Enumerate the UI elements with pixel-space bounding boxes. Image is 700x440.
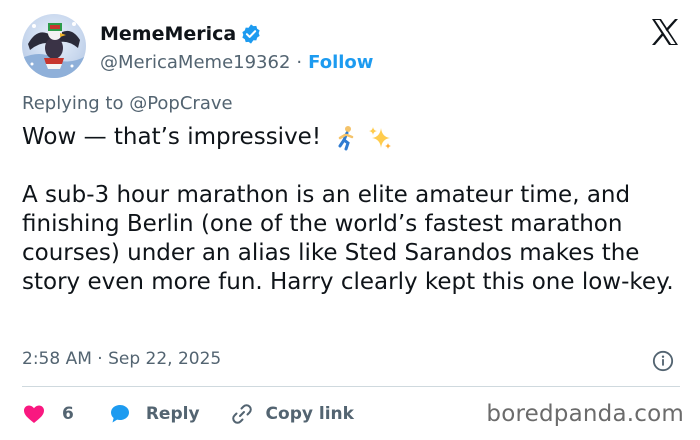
- reply-label: Reply: [145, 404, 200, 424]
- handle-separator: ·: [296, 52, 303, 73]
- heart-icon: [24, 405, 44, 423]
- eagle-flag-avatar-image: [22, 22, 86, 78]
- tweet-paragraph-2: A sub-3 hour marathon is an elite amateu…: [22, 182, 674, 295]
- reply-button[interactable]: Reply: [108, 402, 200, 426]
- copy-link-label: Copy link: [265, 404, 354, 424]
- verified-badge-icon: [242, 24, 260, 44]
- runner-emoji-icon: [338, 125, 354, 150]
- tweet-line-1: Wow — that’s impressive!: [22, 123, 682, 152]
- reply-bubble-icon: [110, 405, 129, 423]
- display-name-row: MemeMerica: [100, 22, 373, 46]
- author-names: MemeMerica @MericaMeme19362 · Follow: [100, 22, 373, 73]
- info-icon[interactable]: [652, 350, 674, 372]
- avatar[interactable]: [22, 14, 86, 78]
- like-button[interactable]: 6: [22, 402, 74, 426]
- display-name[interactable]: MemeMerica: [100, 23, 236, 45]
- follow-button[interactable]: Follow: [308, 52, 373, 73]
- author-handle[interactable]: @MericaMeme19362: [100, 52, 290, 73]
- watermark-label: boredpanda.com: [486, 401, 684, 427]
- tweet-actions-bar: 6 Reply Copy link: [22, 400, 354, 428]
- replying-to-label: Replying to @PopCrave: [22, 93, 233, 114]
- x-logo-icon[interactable]: [650, 18, 680, 46]
- tweet-first-line: Wow — that’s impressive!: [22, 124, 322, 150]
- actions-divider: [22, 386, 680, 387]
- copy-link-button[interactable]: Copy link: [230, 402, 354, 426]
- link-icon: [231, 404, 252, 424]
- tweet-header: MemeMerica @MericaMeme19362 · Follow: [22, 14, 682, 78]
- handle-row: @MericaMeme19362 · Follow: [100, 52, 373, 73]
- like-count: 6: [62, 404, 74, 424]
- tweet-timestamp[interactable]: 2:58 AM · Sep 22, 2025: [22, 349, 221, 369]
- tweet-body: Wow — that’s impressive! A sub-3 hour ma…: [22, 123, 682, 297]
- sparkles-emoji-icon: [369, 126, 392, 149]
